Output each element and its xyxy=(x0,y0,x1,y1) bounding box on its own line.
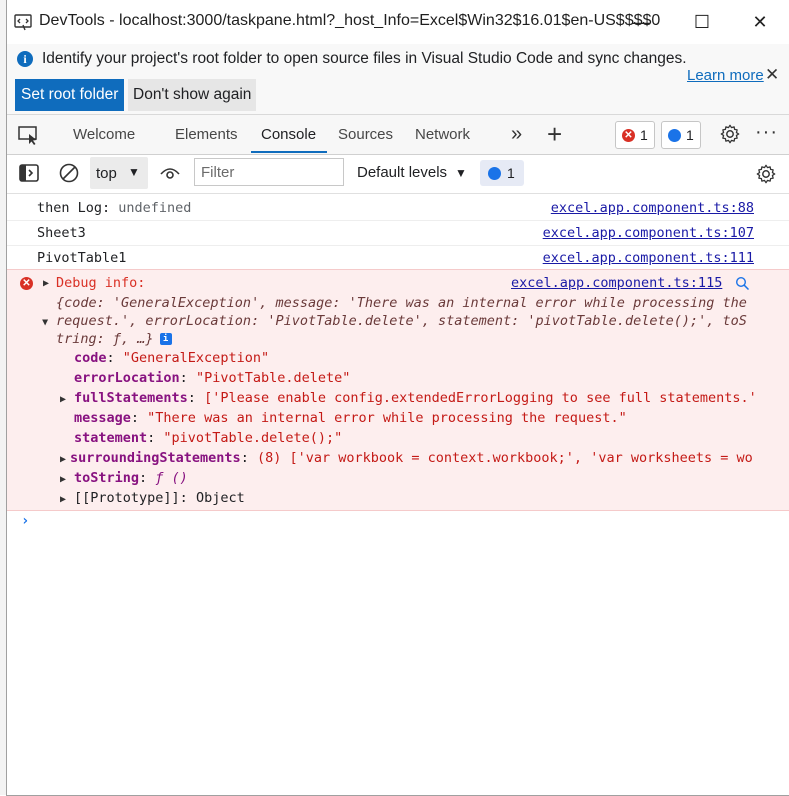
log-value: undefined xyxy=(118,200,192,216)
clear-console-icon[interactable] xyxy=(59,163,79,183)
property-code: code: "GeneralException" xyxy=(74,350,270,366)
property-key: toString xyxy=(74,470,140,486)
inspect-element-icon[interactable] xyxy=(17,124,41,146)
message-count: 1 xyxy=(686,127,694,143)
log-text: Sheet3 xyxy=(37,225,86,241)
window-title: DevTools - localhost:3000/taskpane.html?… xyxy=(39,12,661,29)
log-prefix: then Log: xyxy=(37,200,119,216)
log-text: PivotTable1 xyxy=(37,250,127,266)
context-selector[interactable]: top ▼ xyxy=(90,157,148,189)
property-value: "There was an internal error while proce… xyxy=(147,410,627,426)
object-summary-tail: tring: ƒ, …} xyxy=(56,331,154,347)
info-message: Identify your project's root folder to o… xyxy=(42,50,687,67)
property-value: "GeneralException" xyxy=(122,350,270,366)
learn-more-link[interactable]: Learn more xyxy=(687,67,764,84)
property-value: ['Please enable config.extendedErrorLogg… xyxy=(204,390,757,406)
error-count: 1 xyxy=(640,127,648,143)
active-tab-indicator xyxy=(251,151,327,153)
console-message-row: Sheet3 excel.app.component.ts:107 xyxy=(7,220,789,246)
property-key: errorLocation xyxy=(74,370,180,386)
expand-triangle-icon[interactable]: ▶ xyxy=(60,454,66,465)
property-value: "PivotTable.delete" xyxy=(195,370,351,386)
property-value: (8) ['var workbook = context.workbook;',… xyxy=(256,450,753,466)
source-link[interactable]: excel.app.component.ts:88 xyxy=(551,200,754,216)
console-error-message: ✕ ▶ Debug info: excel.app.component.ts:1… xyxy=(7,269,789,511)
console-settings-gear-icon[interactable] xyxy=(755,163,777,185)
expand-triangle-icon[interactable]: ▶ xyxy=(60,494,66,505)
expand-triangle-icon[interactable]: ▶ xyxy=(60,394,66,405)
property-key: code xyxy=(74,350,107,366)
message-icon xyxy=(668,128,681,142)
context-value: top xyxy=(96,165,117,182)
console-toolbar: top ▼ Default levels ▼ 1 xyxy=(7,155,789,194)
object-summary-line: {code: 'GeneralException', message: 'The… xyxy=(56,295,747,311)
tab-welcome[interactable]: Welcome xyxy=(73,126,135,143)
info-bar: i Identify your project's root folder to… xyxy=(7,44,789,115)
object-summary-line: request.', errorLocation: 'PivotTable.de… xyxy=(56,313,747,329)
property-key: surroundingStatements xyxy=(70,450,241,466)
expand-triangle-icon[interactable]: ▶ xyxy=(60,474,66,485)
chevron-down-icon: ▼ xyxy=(455,166,467,180)
dont-show-again-button[interactable]: Don't show again xyxy=(128,79,257,111)
property-value: Object xyxy=(195,490,245,506)
property-surroundingstatements: surroundingStatements: (8) ['var workboo… xyxy=(70,450,753,466)
expand-triangle-icon[interactable]: ▶ xyxy=(43,278,49,289)
devtools-app-icon xyxy=(14,14,32,31)
error-icon: ✕ xyxy=(20,277,33,290)
error-icon: ✕ xyxy=(622,128,635,142)
filter-input[interactable] xyxy=(194,158,344,186)
property-key: message xyxy=(74,410,131,426)
toggle-sidebar-icon[interactable] xyxy=(19,164,39,182)
message-icon xyxy=(488,166,501,180)
issues-badge[interactable]: 1 xyxy=(480,160,524,186)
set-root-folder-button[interactable]: Set root folder xyxy=(15,79,125,111)
devtools-window: DevTools - localhost:3000/taskpane.html?… xyxy=(6,0,789,796)
minimize-button[interactable]: — xyxy=(623,8,659,36)
maximize-button[interactable]: ☐ xyxy=(684,8,720,36)
search-icon[interactable] xyxy=(735,276,750,291)
issues-count: 1 xyxy=(507,165,515,181)
settings-gear-icon[interactable] xyxy=(719,123,741,145)
property-value: ƒ () xyxy=(155,470,188,486)
log-levels-dropdown[interactable]: Default levels ▼ xyxy=(357,164,467,181)
live-expression-eye-icon[interactable] xyxy=(159,165,181,181)
collapse-triangle-icon[interactable]: ▶ xyxy=(40,319,51,325)
error-title: Debug info: xyxy=(56,275,146,291)
property-key: [[Prototype]] xyxy=(74,490,180,506)
log-levels-label: Default levels xyxy=(357,164,448,181)
property-fullstatements: fullStatements: ['Please enable config.e… xyxy=(74,390,757,406)
chevron-down-icon: ▼ xyxy=(128,165,140,179)
source-link[interactable]: excel.app.component.ts:115 xyxy=(511,275,722,291)
panel-tabs-bar: Welcome Elements Console Sources Network… xyxy=(7,115,789,155)
more-tabs-icon[interactable]: » xyxy=(511,123,522,146)
add-tab-icon[interactable]: + xyxy=(547,119,562,150)
console-message-row: PivotTable1 excel.app.component.ts:111 xyxy=(7,245,789,271)
source-link[interactable]: excel.app.component.ts:111 xyxy=(543,250,754,266)
property-errorlocation: errorLocation: "PivotTable.delete" xyxy=(74,370,351,386)
console-prompt[interactable]: › xyxy=(21,513,29,529)
info-badge-icon[interactable]: i xyxy=(159,333,172,345)
close-window-button[interactable]: ✕ xyxy=(742,8,778,36)
property-key: statement xyxy=(74,430,148,446)
close-infobar-icon[interactable]: ✕ xyxy=(765,65,779,85)
title-bar: DevTools - localhost:3000/taskpane.html?… xyxy=(7,0,789,44)
property-statement: statement: "pivotTable.delete();" xyxy=(74,430,343,446)
more-options-icon[interactable]: ··· xyxy=(755,121,778,144)
tab-network[interactable]: Network xyxy=(415,126,470,143)
info-icon: i xyxy=(17,51,33,67)
object-summary-line: tring: ƒ, …} i xyxy=(56,331,172,347)
console-message-row: then Log: undefined excel.app.component.… xyxy=(7,195,789,221)
tab-elements[interactable]: Elements xyxy=(175,126,238,143)
property-value: "pivotTable.delete();" xyxy=(163,430,343,446)
property-message: message: "There was an internal error wh… xyxy=(74,410,627,426)
property-prototype: [[Prototype]]: Object xyxy=(74,490,245,506)
tab-sources[interactable]: Sources xyxy=(338,126,393,143)
property-key: fullStatements xyxy=(74,390,188,406)
property-tostring: toString: ƒ () xyxy=(74,470,188,486)
source-link[interactable]: excel.app.component.ts:107 xyxy=(543,225,754,241)
log-text: then Log: undefined xyxy=(37,200,191,216)
errors-badge[interactable]: ✕ 1 xyxy=(615,121,655,149)
messages-badge[interactable]: 1 xyxy=(661,121,701,149)
tab-console[interactable]: Console xyxy=(261,126,316,143)
